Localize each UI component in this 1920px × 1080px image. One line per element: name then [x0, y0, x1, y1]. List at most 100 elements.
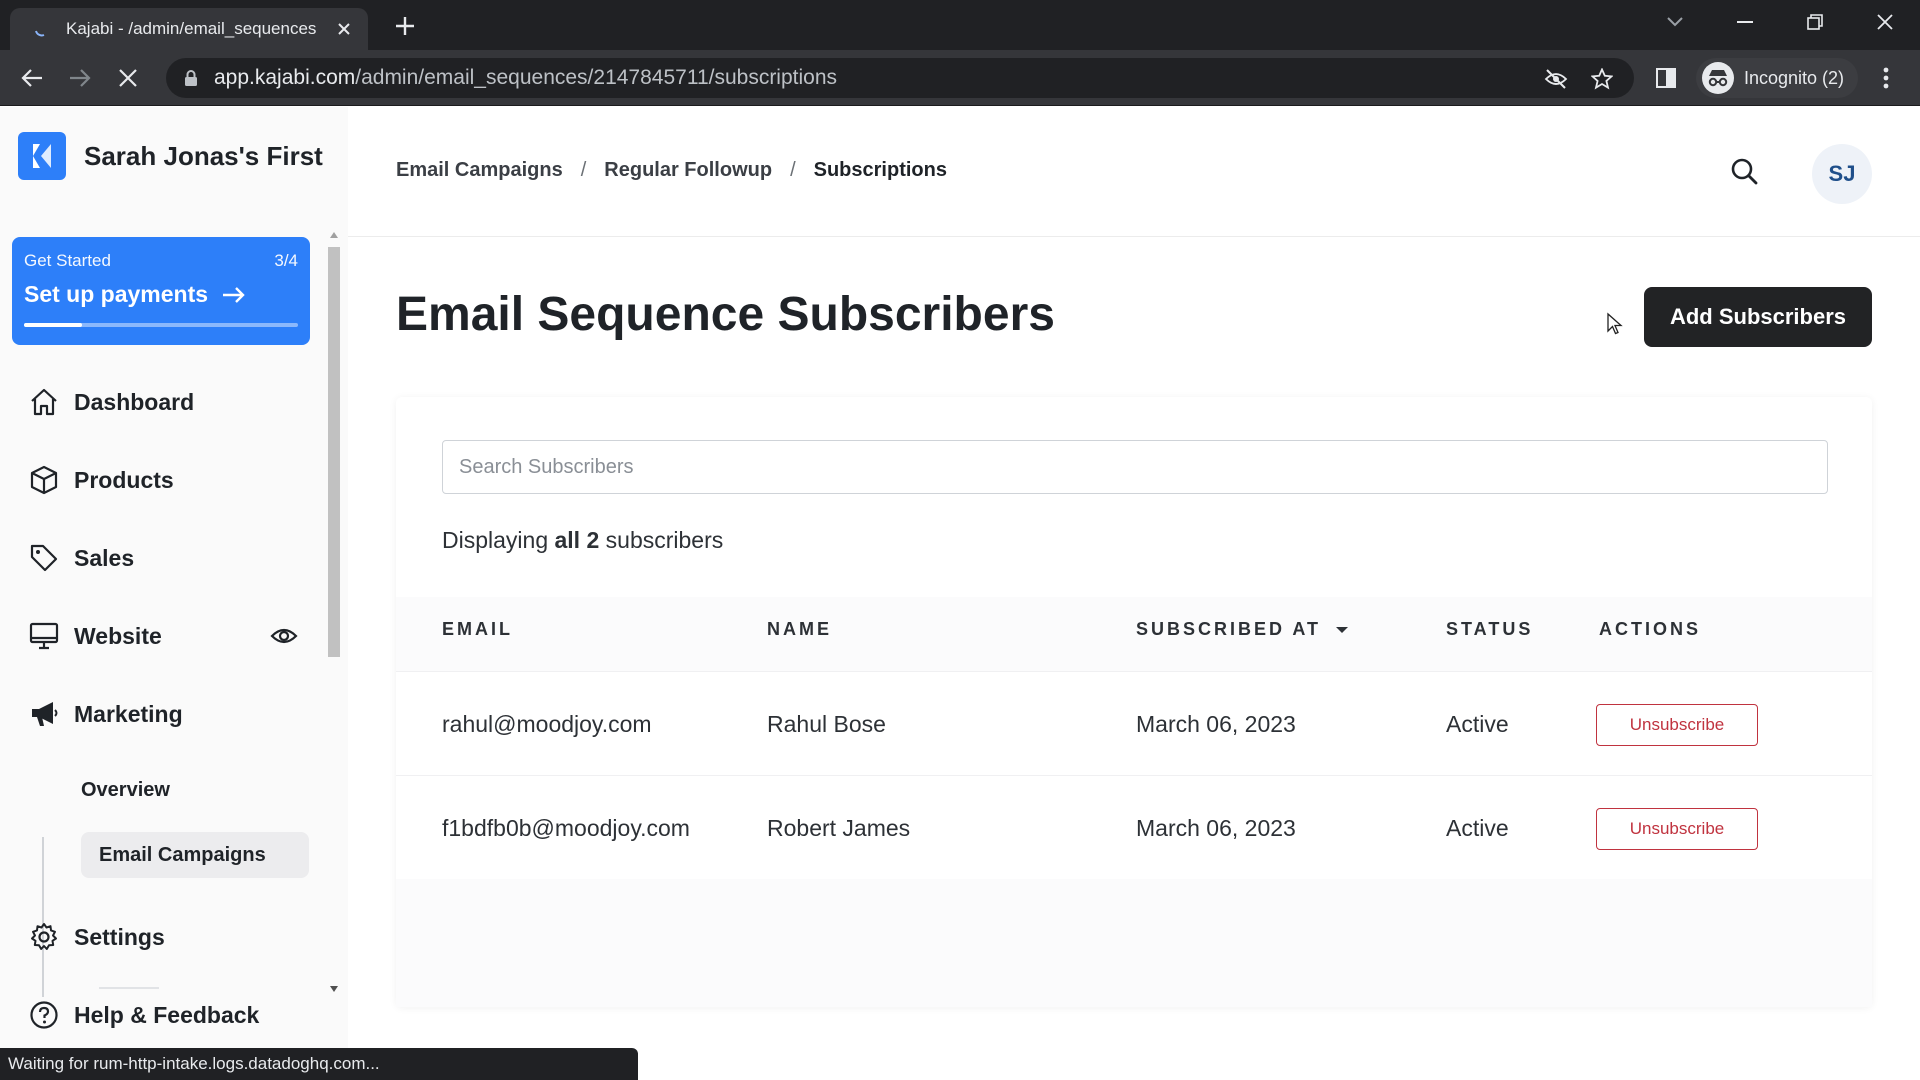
- sidebar-item-products[interactable]: Products: [28, 460, 298, 500]
- subscribers-card: Displaying all 2 subscribers EMAIL NAME …: [396, 397, 1872, 1007]
- avatar[interactable]: SJ: [1812, 144, 1872, 204]
- cell-name: Rahul Bose: [767, 710, 886, 737]
- address-bar[interactable]: app.kajabi.com/admin/email_sequences/214…: [166, 58, 1634, 98]
- sidebar-item-website[interactable]: Website: [28, 616, 298, 656]
- loading-spinner-icon: [35, 30, 45, 37]
- sidebar-item-label: Website: [74, 622, 162, 649]
- browser-tab-bar: Kajabi - /admin/email_sequences: [0, 0, 1920, 50]
- sidebar-item-settings[interactable]: Settings: [28, 917, 298, 957]
- back-arrow-icon[interactable]: [18, 64, 46, 92]
- sidebar-subitem-email-campaigns[interactable]: Email Campaigns: [81, 832, 309, 878]
- new-tab-icon[interactable]: [392, 13, 418, 39]
- table-row: f1bdfb0b@moodjoy.com Robert James March …: [396, 775, 1872, 879]
- preview-eye-icon[interactable]: [270, 626, 298, 646]
- main-content: Email Campaigns / Regular Followup / Sub…: [348, 107, 1920, 1080]
- side-panel-icon[interactable]: [1652, 64, 1680, 92]
- page-header: Email Campaigns / Regular Followup / Sub…: [348, 107, 1920, 237]
- eye-off-icon[interactable]: [1544, 67, 1568, 91]
- get-started-progress-fill: [24, 323, 82, 327]
- minimize-icon[interactable]: [1710, 0, 1780, 44]
- sidebar: Sarah Jonas's First Get Started 3/4 Set …: [0, 107, 348, 1080]
- get-started-label: Get Started: [24, 251, 111, 270]
- column-header-email[interactable]: EMAIL: [442, 619, 513, 640]
- help-icon: [28, 999, 60, 1031]
- breadcrumb-regular-followup[interactable]: Regular Followup: [604, 159, 772, 182]
- scroll-up-icon[interactable]: [329, 231, 339, 239]
- sort-desc-icon: [1336, 626, 1349, 633]
- tab-title: Kajabi - /admin/email_sequences: [66, 19, 317, 38]
- breadcrumb-separator: /: [790, 159, 796, 181]
- get-started-title: Set up payments: [24, 281, 209, 307]
- star-icon[interactable]: [1590, 67, 1614, 91]
- cell-subscribed-at: March 06, 2023: [1136, 710, 1296, 737]
- cell-status: Active: [1446, 814, 1509, 841]
- cell-email: rahul@moodjoy.com: [442, 710, 652, 737]
- cell-status: Active: [1446, 710, 1509, 737]
- count-prefix: Displaying: [442, 527, 549, 553]
- incognito-label: Incognito (2): [1744, 67, 1845, 88]
- get-started-progress-track: [24, 323, 298, 327]
- browser-menu-icon[interactable]: [1872, 64, 1900, 92]
- home-icon: [28, 386, 60, 418]
- stop-loading-icon[interactable]: [114, 64, 142, 92]
- column-header-actions: ACTIONS: [1599, 619, 1701, 639]
- sidebar-item-label: Dashboard: [74, 388, 195, 415]
- breadcrumb-email-campaigns[interactable]: Email Campaigns: [396, 159, 563, 182]
- sidebar-item-help[interactable]: Help & Feedback: [28, 995, 298, 1035]
- tag-icon: [28, 542, 60, 574]
- gear-icon: [28, 921, 60, 953]
- lock-icon: [185, 70, 197, 86]
- arrow-right-icon: [223, 286, 245, 303]
- url-text: app.kajabi.com/admin/email_sequences/214…: [214, 66, 838, 89]
- tab-search-chevron-icon[interactable]: [1640, 0, 1710, 44]
- sidebar-item-label: Settings: [74, 923, 165, 950]
- subscribers-table: EMAIL NAME SUBSCRIBED AT STATUS ACTIONS …: [396, 597, 1872, 1007]
- monitor-icon: [28, 620, 60, 652]
- sidebar-subitem-label: Email Campaigns: [99, 843, 266, 866]
- cell-subscribed-at: March 06, 2023: [1136, 814, 1296, 841]
- sidebar-scroll-area: Get Started 3/4 Set up payments Dashboar…: [0, 227, 348, 997]
- count-suffix: subscribers: [605, 527, 724, 553]
- sidebar-item-label: Help & Feedback: [74, 1001, 260, 1028]
- browser-status-bar: Waiting for rum-http-intake.logs.datadog…: [0, 1048, 638, 1080]
- get-started-card[interactable]: Get Started 3/4 Set up payments: [12, 237, 310, 345]
- add-subscribers-button[interactable]: Add Subscribers: [1644, 287, 1872, 347]
- kajabi-logo-icon: [18, 132, 66, 180]
- unsubscribe-button[interactable]: Unsubscribe: [1596, 808, 1758, 850]
- incognito-icon: [1702, 62, 1734, 94]
- scrollbar-thumb[interactable]: [328, 247, 340, 657]
- column-header-status[interactable]: STATUS: [1446, 619, 1533, 640]
- column-header-name[interactable]: NAME: [767, 619, 832, 640]
- browser-tab[interactable]: Kajabi - /admin/email_sequences: [10, 8, 368, 50]
- sidebar-scrollbar[interactable]: [324, 227, 344, 997]
- breadcrumb: Email Campaigns / Regular Followup / Sub…: [396, 159, 947, 182]
- scroll-down-icon[interactable]: [329, 985, 339, 993]
- forward-arrow-icon[interactable]: [66, 64, 94, 92]
- incognito-profile-button[interactable]: Incognito (2): [1696, 58, 1859, 98]
- sidebar-item-label: Sales: [74, 544, 135, 571]
- unsubscribe-button[interactable]: Unsubscribe: [1596, 704, 1758, 746]
- sidebar-item-sales[interactable]: Sales: [28, 538, 298, 578]
- restore-icon[interactable]: [1780, 0, 1850, 44]
- site-name: Sarah Jonas's First: [84, 140, 323, 171]
- close-tab-icon[interactable]: [334, 19, 354, 39]
- search-subscribers-input[interactable]: [442, 440, 1828, 494]
- mouse-cursor-icon: [1607, 312, 1623, 335]
- sidebar-item-dashboard[interactable]: Dashboard: [28, 382, 298, 422]
- browser-toolbar: app.kajabi.com/admin/email_sequences/214…: [0, 50, 1920, 106]
- box-icon: [28, 464, 60, 496]
- search-icon[interactable]: [1730, 157, 1762, 189]
- sidebar-item-marketing[interactable]: Marketing: [28, 694, 298, 734]
- subscriber-count: Displaying all 2 subscribers: [442, 527, 723, 554]
- close-window-icon[interactable]: [1850, 0, 1920, 44]
- app: Sarah Jonas's First Get Started 3/4 Set …: [0, 107, 1920, 1080]
- cell-email: f1bdfb0b@moodjoy.com: [442, 814, 690, 841]
- get-started-step: 3/4: [274, 251, 298, 270]
- page-title: Email Sequence Subscribers: [396, 288, 1055, 341]
- table-row: rahul@moodjoy.com Rahul Bose March 06, 2…: [396, 671, 1872, 775]
- sidebar-subitem-overview[interactable]: Overview: [81, 767, 170, 813]
- column-header-subscribed-at[interactable]: SUBSCRIBED AT: [1136, 619, 1349, 640]
- brand[interactable]: Sarah Jonas's First: [18, 132, 323, 180]
- breadcrumb-separator: /: [580, 159, 587, 181]
- megaphone-icon: [28, 698, 60, 730]
